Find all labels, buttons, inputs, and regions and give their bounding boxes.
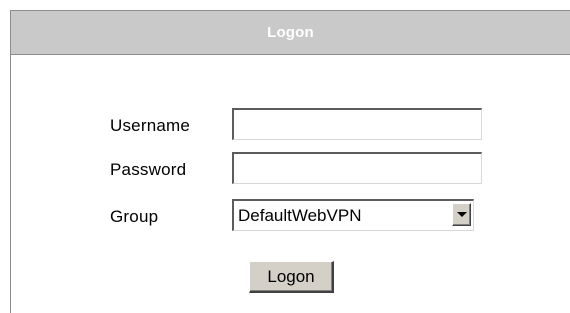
username-label: Username	[110, 116, 191, 135]
dropdown-arrow-icon[interactable]	[452, 203, 471, 226]
group-select-value: DefaultWebVPN	[238, 206, 362, 225]
logon-button[interactable]: Logon	[249, 261, 334, 293]
logon-header: Logon	[11, 11, 570, 55]
password-input[interactable]	[232, 152, 482, 184]
logon-panel: Logon Username Password Group DefaultWeb…	[10, 10, 570, 313]
username-input[interactable]	[232, 108, 482, 140]
group-select[interactable]: DefaultWebVPN	[232, 199, 474, 231]
group-label: Group	[110, 207, 159, 226]
password-label: Password	[110, 160, 187, 179]
logon-title: Logon	[267, 24, 314, 41]
